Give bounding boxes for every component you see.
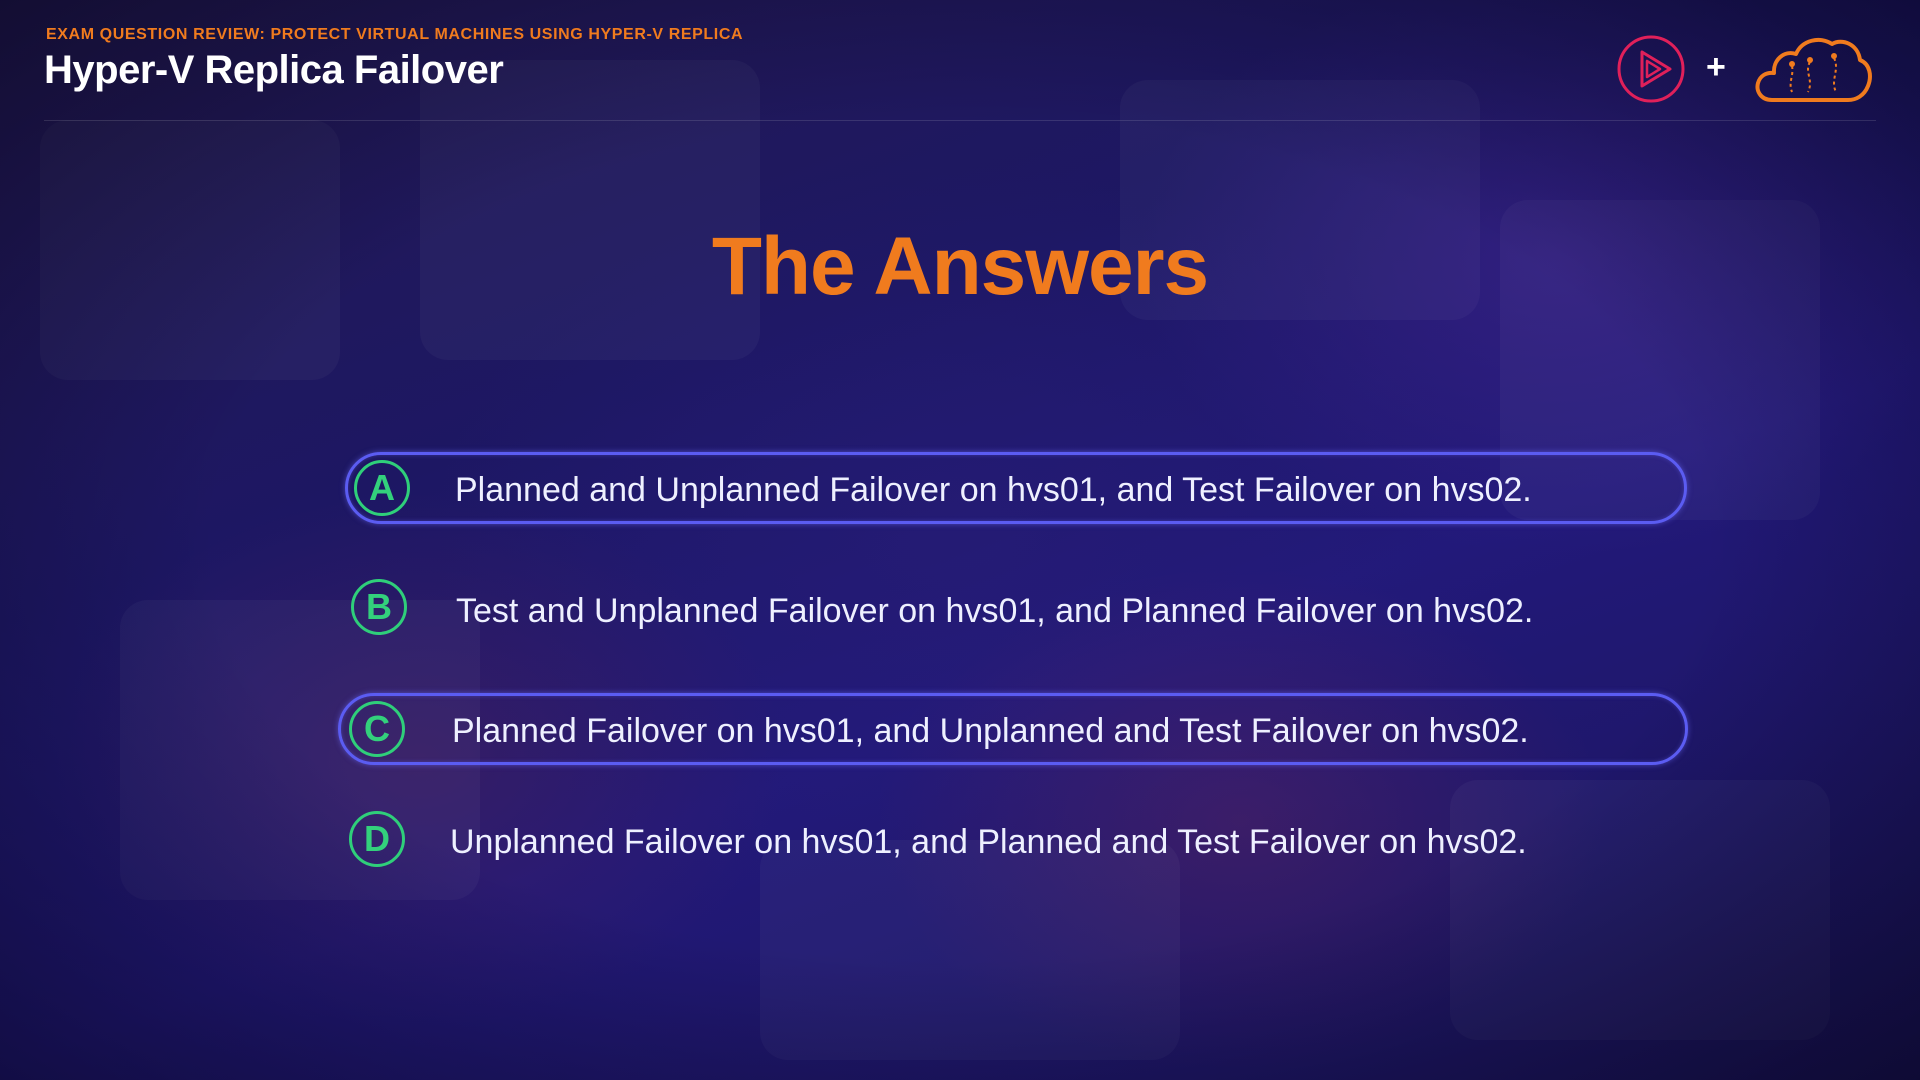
option-text-c: Planned Failover on hvs01, and Unplanned… <box>452 712 1529 750</box>
answer-option-b[interactable]: B Test and Unplanned Failover on hvs01, … <box>348 574 1690 646</box>
play-logo-icon <box>1617 35 1685 103</box>
option-letter-b: B <box>351 579 407 635</box>
option-text-b: Test and Unplanned Failover on hvs01, an… <box>456 592 1534 630</box>
answer-option-a[interactable]: A Planned and Unplanned Failover on hvs0… <box>345 452 1687 524</box>
course-kicker: EXAM QUESTION REVIEW: PROTECT VIRTUAL MA… <box>46 26 744 43</box>
answer-option-d[interactable]: D Unplanned Failover on hvs01, and Plann… <box>346 807 1688 879</box>
answer-option-c[interactable]: C Planned Failover on hvs01, and Unplann… <box>338 693 1688 765</box>
plus-sign: + <box>1706 48 1726 86</box>
cloud-logo-icon <box>1755 37 1872 102</box>
answers-heading: The Answers <box>711 221 1209 312</box>
header-bar: EXAM QUESTION REVIEW: PROTECT VIRTUAL MA… <box>44 26 1876 121</box>
option-letter-d: D <box>349 811 405 867</box>
option-text-a: Planned and Unplanned Failover on hvs01,… <box>455 471 1532 509</box>
background <box>0 0 1920 1080</box>
option-text-d: Unplanned Failover on hvs01, and Planned… <box>450 823 1527 861</box>
option-letter-a: A <box>354 460 410 516</box>
page-title: Hyper-V Replica Failover <box>44 48 504 92</box>
brand-logos: + <box>1616 30 1876 106</box>
option-letter-c: C <box>349 701 405 757</box>
